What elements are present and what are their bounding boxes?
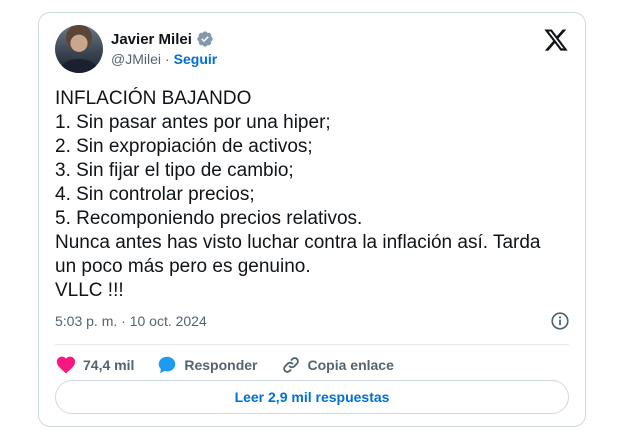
handle-separator: · (165, 51, 170, 67)
tweet-line: 1. Sin pasar antes por una hiper; (55, 112, 331, 133)
timestamp-row: 5:03 p. m. · 10 oct. 2024 (55, 309, 571, 333)
tweet-line: un poco más pero es genuino. (55, 256, 311, 277)
reply-button[interactable]: Responder (156, 354, 258, 376)
follow-button[interactable]: Seguir (174, 51, 218, 67)
tweet-actions: 74,4 mil Responder Copia enlace (55, 349, 416, 381)
author-handle[interactable]: @JMilei (111, 51, 161, 67)
tweet-line: VLLC !!! (55, 280, 124, 301)
copy-link-button[interactable]: Copia enlace (280, 354, 394, 376)
x-logo-icon[interactable] (543, 27, 569, 53)
tweet-line: 5. Recomponiendo precios relativos. (55, 208, 363, 229)
author-name[interactable]: Javier Milei (111, 31, 192, 48)
likes-count: 74,4 mil (83, 357, 135, 373)
tweet-header: Javier Milei @JMilei · Seguir (55, 25, 571, 77)
tweet-line: Nunca antes has visto luchar contra la i… (55, 232, 541, 253)
tweet-line: 4. Sin controlar precios; (55, 184, 255, 205)
tweet-text: INFLACIÓN BAJANDO 1. Sin pasar antes por… (55, 87, 575, 303)
reply-label: Responder (184, 357, 258, 373)
tweet-line: 2. Sin expropiación de activos; (55, 136, 313, 157)
speech-bubble-icon (159, 356, 176, 374)
info-icon[interactable] (549, 310, 571, 332)
read-replies-button[interactable]: Leer 2,9 mil respuestas (55, 380, 569, 414)
copy-link-label: Copia enlace (307, 357, 394, 373)
verified-badge-icon (197, 31, 213, 47)
heart-icon (56, 356, 76, 374)
chain-link-icon (282, 357, 299, 373)
like-button[interactable]: 74,4 mil (55, 354, 134, 376)
tweet-line: INFLACIÓN BAJANDO (55, 88, 252, 109)
avatar-suit (61, 59, 97, 73)
tweet-timestamp[interactable]: 5:03 p. m. · 10 oct. 2024 (55, 313, 207, 329)
tweet-card: Javier Milei @JMilei · Seguir INFLACIÓN … (38, 12, 586, 427)
divider (55, 344, 569, 345)
author-name-row: Javier Milei (111, 29, 214, 49)
tweet-line: 3. Sin fijar el tipo de cambio; (55, 160, 294, 181)
author-handle-row: @JMilei · Seguir (111, 51, 217, 67)
read-replies-label: Leer 2,9 mil respuestas (234, 389, 390, 405)
avatar[interactable] (55, 25, 103, 73)
